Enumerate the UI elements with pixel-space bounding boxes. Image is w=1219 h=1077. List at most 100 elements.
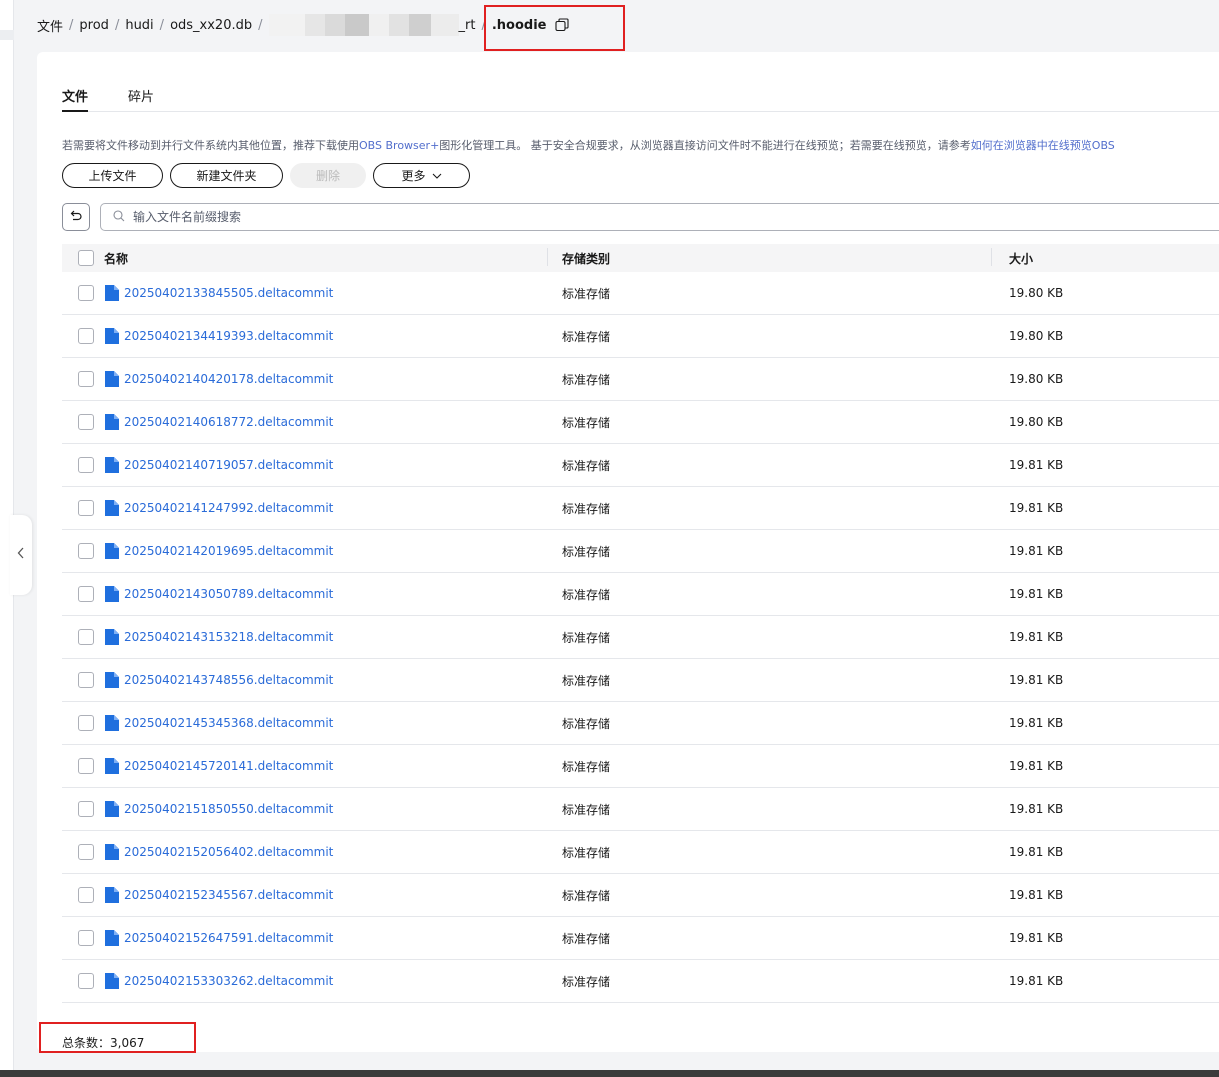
file-name-link[interactable]: 20250402142019695.deltacommit <box>124 544 333 558</box>
row-checkbox[interactable] <box>78 543 94 559</box>
delete-button[interactable]: 删除 <box>290 163 366 188</box>
storage-class-cell: 标准存储 <box>562 458 611 473</box>
file-browser-panel: 文件 碎片 若需要将文件移动到并行文件系统内其他位置，推荐下载使用OBS Bro… <box>37 52 1219 1052</box>
file-icon <box>105 629 119 645</box>
tab-files[interactable]: 文件 <box>62 78 89 112</box>
chevron-down-icon <box>432 173 442 179</box>
file-name-link[interactable]: 20250402141247992.deltacommit <box>124 501 333 515</box>
file-name-link[interactable]: 20250402143748556.deltacommit <box>124 673 333 687</box>
file-icon <box>105 758 119 774</box>
highlight-annotation-path <box>484 5 625 51</box>
search-box[interactable] <box>100 203 1219 231</box>
file-name-link[interactable]: 20250402151850550.deltacommit <box>124 802 333 816</box>
row-checkbox[interactable] <box>78 629 94 645</box>
storage-class-cell: 标准存储 <box>562 587 611 602</box>
file-icon <box>105 328 119 344</box>
table-header: 名称 存储类别 大小 <box>62 244 1219 272</box>
storage-class-cell: 标准存储 <box>562 630 611 645</box>
row-checkbox[interactable] <box>78 758 94 774</box>
file-name-link[interactable]: 20250402134419393.deltacommit <box>124 329 333 343</box>
file-name-link[interactable]: 20250402152056402.deltacommit <box>124 845 333 859</box>
search-input[interactable] <box>133 210 733 224</box>
row-checkbox[interactable] <box>78 414 94 430</box>
online-preview-help-link[interactable]: 如何在浏览器中在线预览OBS <box>971 139 1115 152</box>
row-checkbox[interactable] <box>78 844 94 860</box>
name-cell: 20250402145720141.deltacommit <box>62 758 547 774</box>
tab-fragments[interactable]: 碎片 <box>128 78 154 111</box>
file-icon <box>105 414 119 430</box>
name-cell: 20250402143748556.deltacommit <box>62 672 547 688</box>
highlight-annotation-total <box>39 1022 196 1053</box>
storage-class-cell: 标准存储 <box>562 974 611 989</box>
file-icon <box>105 371 119 387</box>
upload-file-button[interactable]: 上传文件 <box>62 163 163 188</box>
breadcrumb-item-prod[interactable]: prod <box>79 18 109 33</box>
file-name-link[interactable]: 20250402143050789.deltacommit <box>124 587 333 601</box>
table-row: 20250402141247992.deltacommit 标准存储 19.81… <box>62 487 1219 530</box>
size-cell: 19.80 KB <box>1009 415 1064 429</box>
table-row: 20250402145345368.deltacommit 标准存储 19.81… <box>62 702 1219 745</box>
file-name-link[interactable]: 20250402133845505.deltacommit <box>124 286 333 300</box>
file-name-link[interactable]: 20250402152647591.deltacommit <box>124 931 333 945</box>
row-checkbox[interactable] <box>78 672 94 688</box>
table-row: 20250402140618772.deltacommit 标准存储 19.80… <box>62 401 1219 444</box>
file-icon <box>105 543 119 559</box>
action-toolbar: 上传文件 新建文件夹 删除 更多 <box>62 163 477 188</box>
name-cell: 20250402140719057.deltacommit <box>62 457 547 473</box>
row-checkbox[interactable] <box>78 973 94 989</box>
table-row: 20250402143748556.deltacommit 标准存储 19.81… <box>62 659 1219 702</box>
sidebar-notch <box>0 30 14 40</box>
file-name-link[interactable]: 20250402140618772.deltacommit <box>124 415 333 429</box>
storage-class-cell: 标准存储 <box>562 802 611 817</box>
obs-browser-link[interactable]: OBS Browser+ <box>359 139 439 152</box>
breadcrumb-separator: / <box>114 17 120 33</box>
storage-class-cell: 标准存储 <box>562 544 611 559</box>
table-body: 20250402133845505.deltacommit 标准存储 19.80… <box>62 272 1219 1003</box>
storage-class-cell: 标准存储 <box>562 286 611 301</box>
table-row: 20250402143050789.deltacommit 标准存储 19.81… <box>62 573 1219 616</box>
row-checkbox[interactable] <box>78 371 94 387</box>
name-cell: 20250402143050789.deltacommit <box>62 586 547 602</box>
storage-class-cell: 标准存储 <box>562 372 611 387</box>
file-icon <box>105 930 119 946</box>
bottom-overlay-strip <box>0 1070 1219 1077</box>
refresh-button[interactable] <box>62 203 90 231</box>
select-all-checkbox[interactable] <box>78 250 94 266</box>
breadcrumb-item-table[interactable]: _rt <box>459 18 476 33</box>
row-checkbox[interactable] <box>78 457 94 473</box>
row-checkbox[interactable] <box>78 285 94 301</box>
collapse-sidebar-button[interactable] <box>10 515 32 595</box>
row-checkbox[interactable] <box>78 801 94 817</box>
row-checkbox[interactable] <box>78 586 94 602</box>
table-row: 20250402140719057.deltacommit 标准存储 19.81… <box>62 444 1219 487</box>
breadcrumb-item-hudi[interactable]: hudi <box>125 18 153 33</box>
size-cell: 19.81 KB <box>1009 673 1064 687</box>
new-folder-button[interactable]: 新建文件夹 <box>170 163 283 188</box>
search-row <box>62 203 1219 231</box>
more-button-label: 更多 <box>401 169 426 183</box>
breadcrumb-item-database[interactable]: ods_xx20.db <box>170 18 252 33</box>
name-cell: 20250402141247992.deltacommit <box>62 500 547 516</box>
size-cell: 19.80 KB <box>1009 329 1064 343</box>
file-name-link[interactable]: 20250402145720141.deltacommit <box>124 759 333 773</box>
size-cell: 19.80 KB <box>1009 286 1064 300</box>
file-name-link[interactable]: 20250402153303262.deltacommit <box>124 974 333 988</box>
row-checkbox[interactable] <box>78 500 94 516</box>
file-name-link[interactable]: 20250402145345368.deltacommit <box>124 716 333 730</box>
row-checkbox[interactable] <box>78 715 94 731</box>
file-name-link[interactable]: 20250402140420178.deltacommit <box>124 372 333 386</box>
row-checkbox[interactable] <box>78 887 94 903</box>
breadcrumb-separator: / <box>159 17 165 33</box>
more-button[interactable]: 更多 <box>373 163 470 188</box>
breadcrumb-item-files[interactable]: 文件 <box>37 16 63 35</box>
file-name-link[interactable]: 20250402152345567.deltacommit <box>124 888 333 902</box>
row-checkbox[interactable] <box>78 328 94 344</box>
header-storage: 存储类别 <box>547 247 991 267</box>
breadcrumb-separator: / <box>258 17 263 33</box>
row-checkbox[interactable] <box>78 930 94 946</box>
notice-text-part1: 若需要将文件移动到并行文件系统内其他位置，推荐下载使用 <box>62 139 359 152</box>
file-icon <box>105 715 119 731</box>
file-name-link[interactable]: 20250402140719057.deltacommit <box>124 458 333 472</box>
file-name-link[interactable]: 20250402143153218.deltacommit <box>124 630 333 644</box>
file-icon <box>105 672 119 688</box>
